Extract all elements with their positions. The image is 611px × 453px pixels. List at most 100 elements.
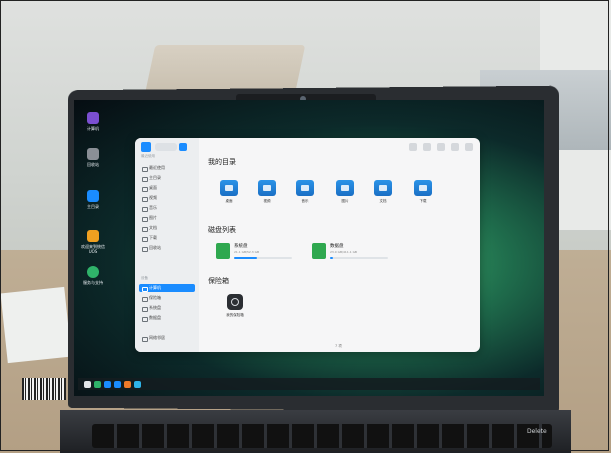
desktop-icon-home[interactable]: 主目录 [78,190,108,209]
desktop-icon-computer[interactable]: 计算机 [78,112,108,131]
folder-pictures[interactable]: 图片 [332,180,358,204]
desktop-icon-label: 主目录 [87,204,99,209]
sidebar-item-computer[interactable]: 计算机 [139,284,195,292]
search-icon[interactable] [409,143,417,151]
barcode-label [22,378,66,400]
sidebar-item-label: 音乐 [149,205,157,210]
trash-icon [87,148,99,160]
music-icon [296,180,314,196]
welcome-icon [87,230,99,242]
view-toggle-button[interactable] [179,143,187,151]
vault-label: 我的保险箱 [226,313,244,317]
close-button[interactable] [465,143,473,151]
launcher-icon[interactable] [84,381,91,388]
desktop-icon-label: 计算机 [87,126,99,131]
folder-label: 视频 [263,199,271,203]
picture-icon [336,180,354,196]
folder-documents[interactable]: 文档 [370,180,396,204]
folder-label: 音乐 [301,199,309,203]
computer-icon [142,286,148,292]
desktop-icon-support[interactable]: 服务与支持 [78,266,108,285]
disk-usage-bar [330,257,388,259]
desktop-icon-trash[interactable]: 回收站 [78,148,108,167]
disk-usage-bar [234,257,292,259]
disk-usage-fill [330,257,334,259]
sidebar-item-data-disk[interactable]: 数据盘 [139,314,195,322]
system-tray[interactable] [450,381,530,387]
support-icon [87,266,99,278]
my-directories-title: 我的目录 [208,158,236,166]
sidebar-item-videos[interactable]: 视频 [139,194,195,202]
sidebar-item-label: 图片 [149,215,157,220]
sidebar-item-pictures[interactable]: 图片 [139,214,195,222]
sidebar-item-system-disk[interactable]: 系统盘 [139,304,195,312]
sidebar-item-label: 保险箱 [149,295,161,300]
desktop-icon-label: 欢迎来到统信UOS [81,244,105,254]
sidebar-item-label: 最近使用 [149,165,165,170]
disk-size: 23.0 GB/411.1 GB [330,250,357,254]
folder-downloads[interactable]: 下载 [410,180,436,204]
music-icon [142,206,148,212]
disk-name: 数据盘 [330,244,344,249]
home-icon [142,176,148,182]
file-manager-window: 最近使用 最近使用 主目录 桌面 视频 音乐 图片 文档 下载 回收站 设备 计… [135,138,480,352]
window-titlebar [199,138,480,156]
sidebar: 最近使用 最近使用 主目录 桌面 视频 音乐 图片 文档 下载 回收站 设备 计… [135,138,199,352]
disk-usage-fill [234,257,258,259]
clock-icon [142,166,148,172]
document-icon [374,180,392,196]
desktop-icon [142,186,148,192]
file-manager-icon[interactable] [104,381,111,388]
app-store-icon[interactable] [124,381,131,388]
sidebar-group-label: 设备 [141,276,148,280]
view-mode-button[interactable] [423,143,431,151]
browser-icon[interactable] [114,381,121,388]
sidebar-item-label: 下载 [149,235,157,240]
video-icon [142,196,148,202]
desktop-icon [220,180,238,196]
desktop-icon-welcome[interactable]: 欢迎来到统信UOS [78,230,108,254]
network-icon [142,336,148,342]
paper-sheet [0,286,72,364]
multitask-icon[interactable] [94,381,101,388]
sidebar-item-vault[interactable]: 保险箱 [139,294,195,302]
sidebar-group-label: 最近使用 [141,154,155,158]
sidebar-item-trash[interactable]: 回收站 [139,244,195,252]
desktop-icon-label: 服务与支持 [83,280,103,285]
minimize-button[interactable] [451,143,459,151]
sidebar-item-label: 数据盘 [149,315,161,320]
sidebar-item-label: 系统盘 [149,305,161,310]
sidebar-item-network[interactable]: 网络邻居 [139,334,195,342]
folder-label: 桌面 [225,199,233,203]
disk-size: 21.1 GB/52.3 GB [234,250,260,254]
sidebar-item-documents[interactable]: 文档 [139,224,195,232]
sidebar-item-desktop[interactable]: 桌面 [139,184,195,192]
folder-label: 图片 [341,199,349,203]
sidebar-item-home[interactable]: 主目录 [139,174,195,182]
sidebar-item-label: 计算机 [149,285,161,290]
disk-name: 系统盘 [234,244,248,249]
disk-system[interactable]: 系统盘 21.1 GB/52.3 GB [214,240,298,266]
delete-key-label: Delete [527,428,547,435]
vault-item[interactable]: 我的保险箱 [220,294,250,318]
folder-desktop[interactable]: 桌面 [216,180,242,204]
disk-data[interactable]: 数据盘 23.0 GB/411.1 GB [310,240,394,266]
sidebar-item-label: 文档 [149,225,157,230]
home-folder-icon [87,190,99,202]
sidebar-item-recent[interactable]: 最近使用 [139,164,195,172]
folder-videos[interactable]: 视频 [254,180,280,204]
sidebar-item-music[interactable]: 音乐 [139,204,195,212]
sidebar-item-label: 主目录 [149,175,161,180]
sidebar-item-label: 网络邻居 [149,335,165,340]
disk-icon [142,306,148,312]
status-text: 7 项 [335,344,342,348]
download-icon [142,236,148,242]
menu-button[interactable] [437,143,445,151]
back-forward-buttons[interactable] [155,143,177,151]
folder-label: 文档 [379,199,387,203]
sidebar-item-downloads[interactable]: 下载 [139,234,195,242]
disk-icon [312,243,326,259]
folder-music[interactable]: 音乐 [292,180,318,204]
document-icon [142,226,148,232]
settings-icon[interactable] [134,381,141,388]
